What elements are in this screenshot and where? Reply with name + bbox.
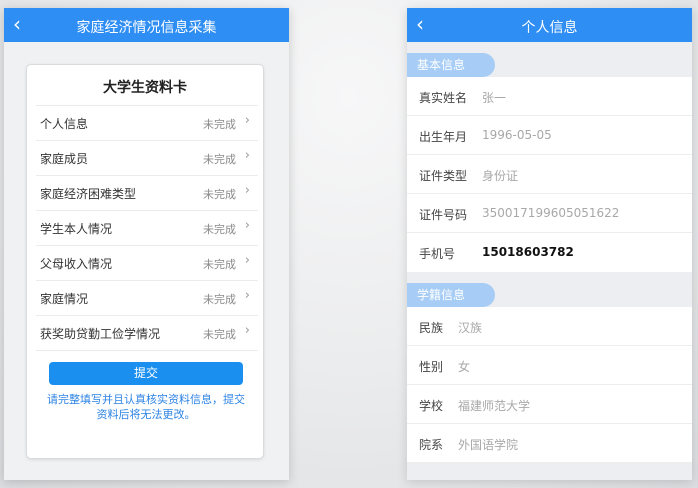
list-item-label: 家庭成员 — [40, 152, 89, 166]
status-text: 未完成 — [203, 293, 236, 306]
chevron-right-icon: › — [244, 218, 250, 233]
list-item-parent-income[interactable]: 父母收入情况 未完成 › — [36, 245, 258, 280]
field-label: 证件类型 — [419, 169, 468, 183]
nav-bar: ‹ 家庭经济情况信息采集 — [4, 8, 289, 42]
status-text: 未完成 — [203, 223, 236, 236]
status-text: 未完成 — [203, 153, 236, 166]
status-text: 未完成 — [203, 118, 236, 131]
chevron-right-icon: › — [244, 288, 250, 303]
field-value: 1996-05-05 — [482, 128, 552, 142]
status-text: 未完成 — [203, 188, 236, 201]
list-item-label: 父母收入情况 — [40, 257, 113, 271]
section-label: 学籍信息 — [407, 283, 495, 307]
chevron-right-icon: › — [244, 323, 250, 338]
field-value: 汉族 — [458, 321, 483, 335]
list-item-hardship-type[interactable]: 家庭经济困难类型 未完成 › — [36, 175, 258, 210]
nav-bar: ‹ 个人信息 — [407, 8, 692, 42]
list-item-student-status[interactable]: 学生本人情况 未完成 › — [36, 210, 258, 245]
list-item-personal-info[interactable]: 个人信息 未完成 › — [36, 105, 258, 140]
page-title: 家庭经济情况信息采集 — [76, 20, 217, 36]
field-id-number[interactable]: 证件号码 350017199605051622 — [407, 194, 692, 233]
chevron-right-icon: › — [244, 148, 250, 163]
field-value: 福建师范大学 — [458, 399, 531, 413]
field-value: 350017199605051622 — [482, 206, 620, 220]
phone-input[interactable]: 15018603782 — [482, 245, 574, 259]
list-item-label: 获奖助贷勤工俭学情况 — [40, 327, 161, 341]
field-label: 证件号码 — [419, 208, 468, 222]
chevron-right-icon: › — [244, 183, 250, 198]
field-label: 出生年月 — [419, 130, 468, 144]
field-phone[interactable]: 手机号 15018603782 — [407, 233, 692, 272]
field-gender[interactable]: 性别 女 — [407, 346, 692, 385]
list-item-family-situation[interactable]: 家庭情况 未完成 › — [36, 280, 258, 315]
field-department[interactable]: 院系 外国语学院 — [407, 424, 692, 463]
divider — [407, 462, 692, 463]
list-item-awards-aid[interactable]: 获奖助贷勤工俭学情况 未完成 › — [36, 315, 258, 351]
field-real-name[interactable]: 真实姓名 张一 — [407, 77, 692, 116]
submit-notice: 请完整填写并且认真核实资料信息，提交资料后将无法更改。 — [47, 393, 245, 421]
field-value: 外国语学院 — [458, 438, 519, 452]
field-label: 院系 — [419, 438, 444, 452]
field-label: 真实姓名 — [419, 91, 468, 105]
field-label: 性别 — [419, 360, 444, 374]
list-item-family-members[interactable]: 家庭成员 未完成 › — [36, 140, 258, 175]
info-collection-screen: ‹ 家庭经济情况信息采集 大学生资料卡 个人信息 未完成 › 家庭成员 未完成 … — [4, 8, 289, 480]
field-value: 身份证 — [482, 169, 519, 183]
field-id-type[interactable]: 证件类型 身份证 — [407, 155, 692, 194]
field-label: 手机号 — [419, 247, 456, 261]
card-title: 大学生资料卡 — [103, 80, 187, 96]
status-text: 未完成 — [203, 328, 236, 341]
submit-button[interactable]: 提交 — [49, 362, 243, 385]
field-birth-date[interactable]: 出生年月 1996-05-05 — [407, 116, 692, 155]
field-value: 张一 — [482, 91, 507, 105]
list-item-label: 学生本人情况 — [40, 222, 113, 236]
field-label: 学校 — [419, 399, 444, 413]
field-ethnicity[interactable]: 民族 汉族 — [407, 307, 692, 346]
field-label: 民族 — [419, 321, 444, 335]
chevron-right-icon: › — [244, 253, 250, 268]
field-school[interactable]: 学校 福建师范大学 — [407, 385, 692, 424]
list-item-label: 家庭经济困难类型 — [40, 187, 137, 201]
page-title: 个人信息 — [521, 20, 578, 36]
list-item-label: 家庭情况 — [40, 292, 89, 306]
field-value: 女 — [458, 360, 471, 374]
chevron-right-icon: › — [244, 113, 250, 128]
section-header-basic: 基本信息 — [407, 53, 692, 77]
status-text: 未完成 — [203, 258, 236, 271]
section-label: 基本信息 — [407, 53, 495, 77]
list-item-label: 个人信息 — [40, 117, 89, 131]
personal-info-screen: ‹ 个人信息 基本信息 真实姓名 张一 出生年月 1996-05-05 证件类型… — [407, 8, 692, 480]
student-profile-card: 大学生资料卡 个人信息 未完成 › 家庭成员 未完成 › 家庭经济困难类型 未完… — [27, 65, 263, 458]
section-header-school: 学籍信息 — [407, 283, 692, 307]
